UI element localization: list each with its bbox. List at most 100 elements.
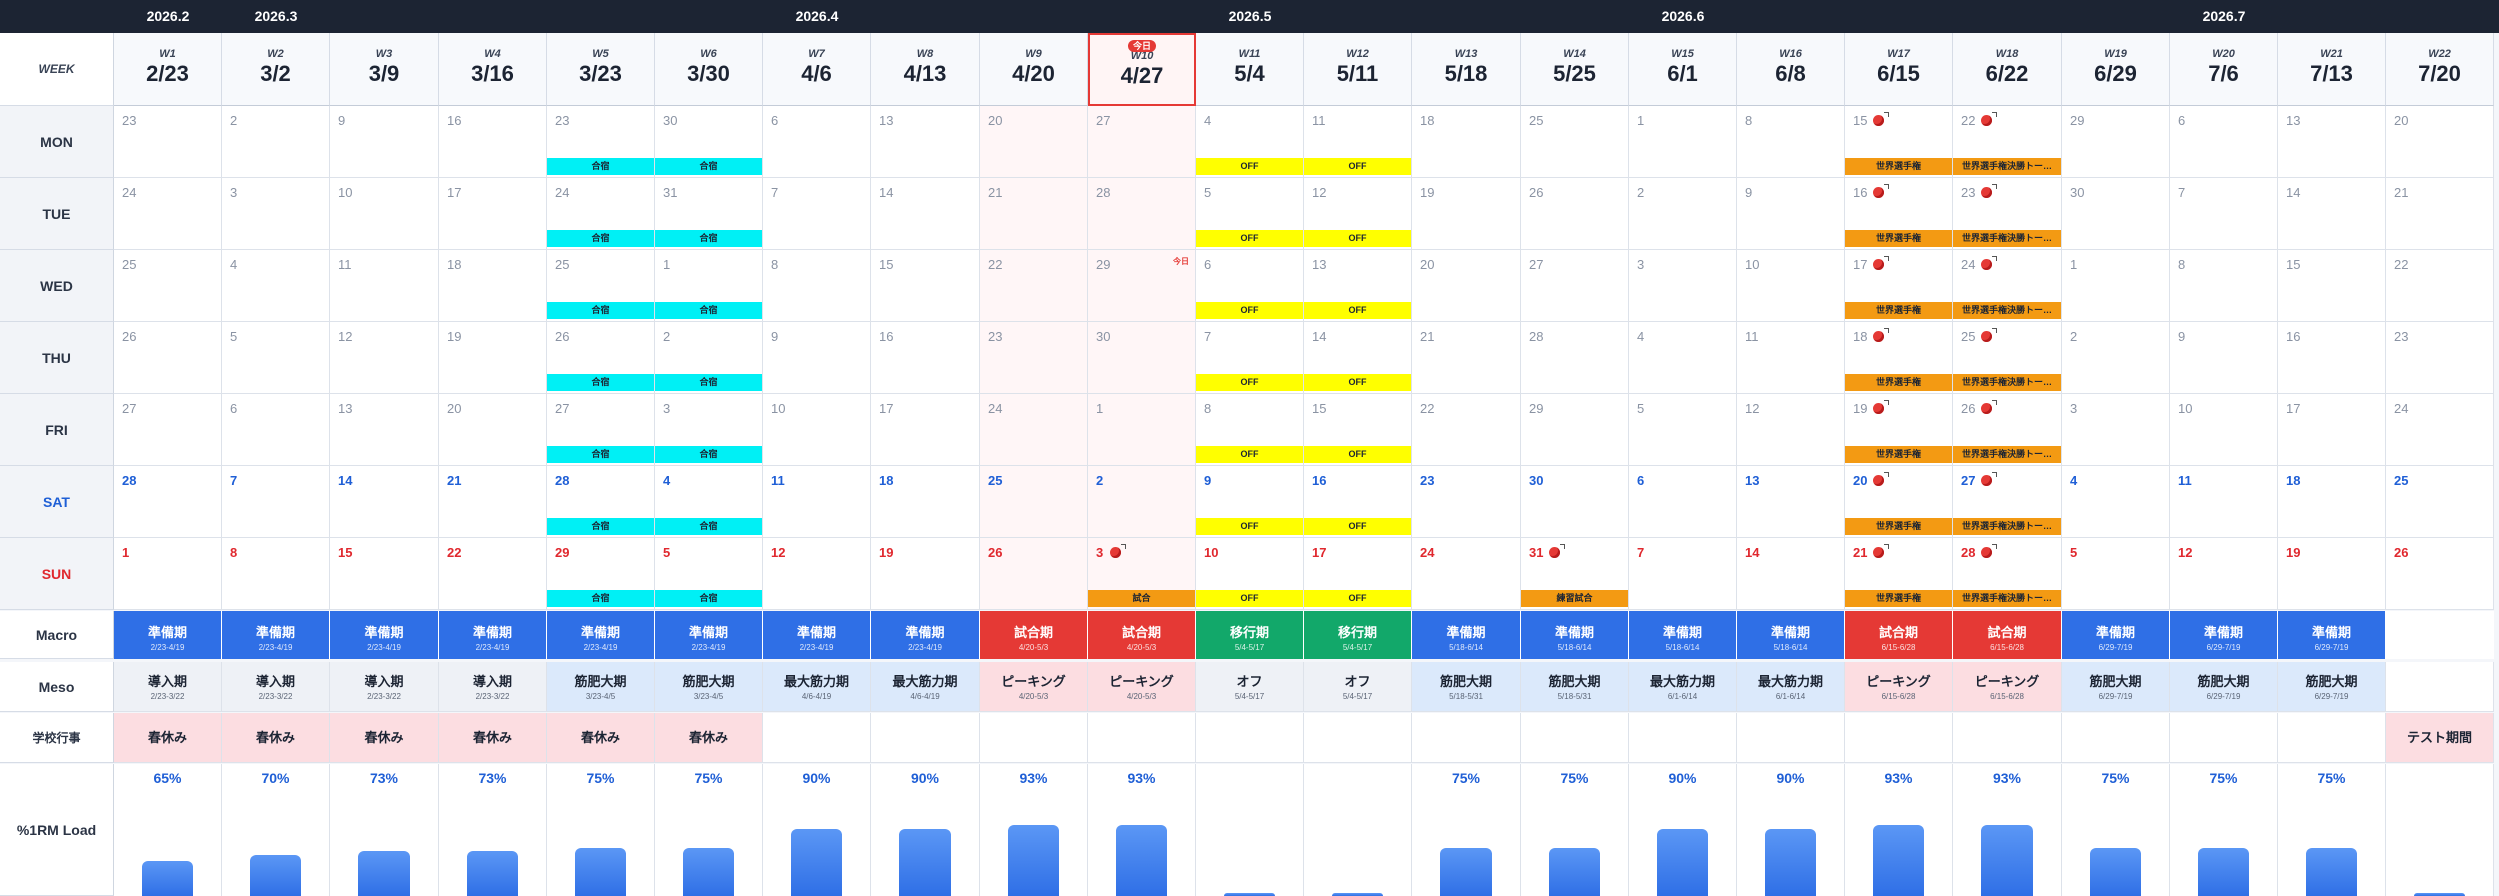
- day-cell[interactable]: 9 OFF: [1196, 466, 1304, 538]
- macro-phase[interactable]: 試合期 4/20-5/3: [980, 611, 1088, 659]
- day-cell[interactable]: 15: [871, 250, 980, 322]
- day-cell[interactable]: 16 世界選手権: [1845, 178, 1953, 250]
- day-cell[interactable]: 5: [2062, 538, 2170, 610]
- macro-phase[interactable]: 試合期 4/20-5/3: [1088, 611, 1196, 659]
- event-chip[interactable]: OFF: [1304, 230, 1411, 247]
- day-cell[interactable]: 18: [2278, 466, 2386, 538]
- day-cell[interactable]: 27 世界選手権決勝トー…: [1953, 466, 2062, 538]
- day-cell[interactable]: 19: [439, 322, 547, 394]
- day-cell[interactable]: 25: [114, 250, 222, 322]
- day-cell[interactable]: 19: [871, 538, 980, 610]
- day-cell[interactable]: 24: [114, 178, 222, 250]
- week-header[interactable]: W19 6/29: [2062, 33, 2170, 106]
- event-chip[interactable]: 合宿: [547, 518, 654, 535]
- event-chip[interactable]: OFF: [1304, 446, 1411, 463]
- day-cell[interactable]: 9: [763, 322, 871, 394]
- macro-phase[interactable]: 準備期 2/23-4/19: [547, 611, 655, 659]
- meso-phase[interactable]: 導入期 2/23-3/22: [439, 662, 547, 712]
- day-cell[interactable]: 22: [980, 250, 1088, 322]
- event-chip[interactable]: 世界選手権決勝トー…: [1953, 230, 2061, 247]
- day-cell[interactable]: 7: [763, 178, 871, 250]
- school-event[interactable]: [2062, 713, 2170, 763]
- day-cell[interactable]: 10: [763, 394, 871, 466]
- macro-phase[interactable]: 準備期 6/29-7/19: [2062, 611, 2170, 659]
- day-cell[interactable]: 22: [2386, 250, 2494, 322]
- macro-phase[interactable]: 準備期 2/23-4/19: [763, 611, 871, 659]
- school-event[interactable]: 春休み: [114, 713, 222, 763]
- day-cell[interactable]: 14 OFF: [1304, 322, 1412, 394]
- day-cell[interactable]: 28: [1521, 322, 1629, 394]
- day-cell[interactable]: 30: [1521, 466, 1629, 538]
- day-cell[interactable]: 6: [2170, 106, 2278, 178]
- day-cell[interactable]: 19: [1412, 178, 1521, 250]
- day-cell[interactable]: 12 OFF: [1304, 178, 1412, 250]
- day-cell[interactable]: 24 世界選手権決勝トー…: [1953, 250, 2062, 322]
- day-cell[interactable]: 27: [114, 394, 222, 466]
- day-cell[interactable]: 10: [2170, 394, 2278, 466]
- day-cell[interactable]: 27 合宿: [547, 394, 655, 466]
- day-cell[interactable]: 16 OFF: [1304, 466, 1412, 538]
- week-header[interactable]: W18 6/22: [1953, 33, 2062, 106]
- day-cell[interactable]: 21: [980, 178, 1088, 250]
- day-cell[interactable]: 5: [1629, 394, 1737, 466]
- day-cell[interactable]: 23: [980, 322, 1088, 394]
- event-chip[interactable]: 試合: [1088, 590, 1195, 607]
- day-cell[interactable]: 1: [2062, 250, 2170, 322]
- day-cell[interactable]: 2 合宿: [655, 322, 763, 394]
- week-header[interactable]: W1 2/23: [114, 33, 222, 106]
- day-cell[interactable]: 4: [1629, 322, 1737, 394]
- day-cell[interactable]: 14: [1737, 538, 1845, 610]
- day-cell[interactable]: 16: [871, 322, 980, 394]
- day-cell[interactable]: 23: [114, 106, 222, 178]
- day-cell[interactable]: 27: [1088, 106, 1196, 178]
- day-cell[interactable]: 22 世界選手権決勝トー…: [1953, 106, 2062, 178]
- macro-phase[interactable]: 準備期 6/29-7/19: [2170, 611, 2278, 659]
- day-cell[interactable]: 6: [763, 106, 871, 178]
- event-chip[interactable]: 合宿: [655, 302, 762, 319]
- day-cell[interactable]: 8 OFF: [1196, 394, 1304, 466]
- day-cell[interactable]: 26 合宿: [547, 322, 655, 394]
- event-chip[interactable]: OFF: [1196, 158, 1303, 175]
- day-cell[interactable]: 28: [1088, 178, 1196, 250]
- school-event[interactable]: テスト期間: [2386, 713, 2494, 763]
- day-cell[interactable]: 12: [763, 538, 871, 610]
- macro-phase[interactable]: 準備期 2/23-4/19: [655, 611, 763, 659]
- event-chip[interactable]: OFF: [1304, 590, 1411, 607]
- meso-phase[interactable]: [2386, 662, 2494, 712]
- day-cell[interactable]: 26 世界選手権決勝トー…: [1953, 394, 2062, 466]
- week-header[interactable]: W6 3/30: [655, 33, 763, 106]
- day-cell[interactable]: 13: [871, 106, 980, 178]
- meso-phase[interactable]: 筋肥大期 3/23-4/5: [547, 662, 655, 712]
- macro-phase[interactable]: 準備期 5/18-6/14: [1412, 611, 1521, 659]
- day-cell[interactable]: 6: [1629, 466, 1737, 538]
- day-cell[interactable]: 22: [1412, 394, 1521, 466]
- macro-phase[interactable]: 準備期 5/18-6/14: [1629, 611, 1737, 659]
- event-chip[interactable]: 世界選手権: [1845, 302, 1952, 319]
- day-cell[interactable]: 1: [1088, 394, 1196, 466]
- event-chip[interactable]: 合宿: [547, 590, 654, 607]
- week-header[interactable]: W22 7/20: [2386, 33, 2494, 106]
- macro-phase[interactable]: 準備期 2/23-4/19: [871, 611, 980, 659]
- day-cell[interactable]: 10: [330, 178, 439, 250]
- school-event[interactable]: [1196, 713, 1304, 763]
- day-cell[interactable]: 5 合宿: [655, 538, 763, 610]
- school-event[interactable]: [763, 713, 871, 763]
- day-cell[interactable]: 15: [2278, 250, 2386, 322]
- day-cell[interactable]: 11: [763, 466, 871, 538]
- day-cell[interactable]: 12: [1737, 394, 1845, 466]
- macro-phase[interactable]: 準備期 2/23-4/19: [222, 611, 330, 659]
- week-header[interactable]: W4 3/16: [439, 33, 547, 106]
- week-header[interactable]: W17 6/15: [1845, 33, 1953, 106]
- event-chip[interactable]: 合宿: [655, 230, 762, 247]
- event-chip[interactable]: 合宿: [547, 446, 654, 463]
- day-cell[interactable]: 9: [2170, 322, 2278, 394]
- meso-phase[interactable]: ピーキング 4/20-5/3: [980, 662, 1088, 712]
- day-cell[interactable]: 21: [2386, 178, 2494, 250]
- school-event[interactable]: [1845, 713, 1953, 763]
- day-cell[interactable]: 29: [1521, 394, 1629, 466]
- school-event[interactable]: [2278, 713, 2386, 763]
- day-cell[interactable]: 25: [2386, 466, 2494, 538]
- day-cell[interactable]: 4 OFF: [1196, 106, 1304, 178]
- meso-phase[interactable]: 最大筋力期 6/1-6/14: [1629, 662, 1737, 712]
- day-cell[interactable]: 3 合宿: [655, 394, 763, 466]
